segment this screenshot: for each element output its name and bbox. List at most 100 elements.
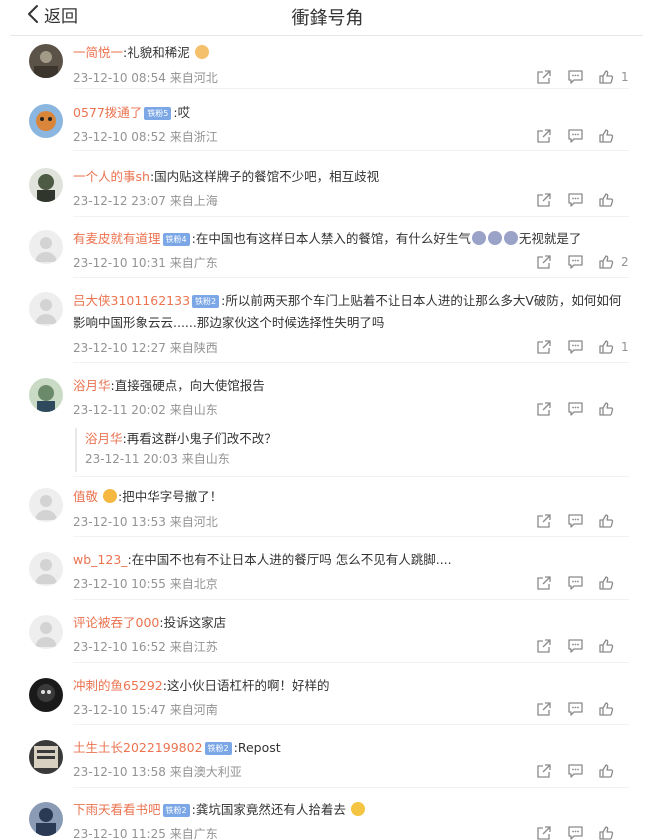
avatar[interactable] bbox=[29, 552, 63, 586]
comment-text: :国内贴这样牌子的餐馆不少吧，相互歧视 bbox=[149, 169, 380, 184]
like-icon[interactable] bbox=[597, 128, 615, 144]
comment-icon[interactable] bbox=[566, 825, 584, 840]
comment-icon[interactable] bbox=[566, 128, 584, 144]
comment-actions bbox=[522, 638, 629, 654]
divider bbox=[73, 662, 629, 663]
like-icon[interactable] bbox=[597, 825, 615, 840]
share-icon[interactable] bbox=[535, 401, 553, 417]
comment-icon[interactable] bbox=[566, 254, 584, 270]
comment-text: :龚坑国家竟然还有人拾着去 bbox=[191, 802, 346, 817]
fan-badge: 铁粉2 bbox=[192, 295, 220, 308]
username-link[interactable]: 有麦皮就有道理 bbox=[73, 231, 161, 246]
comment-actions bbox=[522, 192, 629, 208]
share-icon[interactable] bbox=[535, 701, 553, 717]
avatar[interactable] bbox=[29, 615, 63, 649]
avatar[interactable] bbox=[29, 488, 63, 522]
username-link[interactable]: 值敬 bbox=[73, 489, 98, 504]
avatar[interactable] bbox=[29, 168, 63, 202]
share-icon[interactable] bbox=[535, 69, 553, 85]
username-link[interactable]: 下雨天看看书吧 bbox=[73, 802, 161, 817]
username-link[interactable]: 吕大侠3101162133 bbox=[73, 293, 190, 308]
comment-location: 来自河北 bbox=[169, 515, 218, 529]
comment-icon[interactable] bbox=[566, 575, 584, 591]
like-count: 1 bbox=[621, 70, 629, 84]
comment-text: :把中华字号撤了！ bbox=[118, 489, 223, 504]
comment-time: 23-12-10 08:54 bbox=[73, 71, 166, 85]
sticker-icon bbox=[487, 231, 502, 245]
comment-icon[interactable] bbox=[566, 513, 584, 529]
comment-time: 23-12-10 08:52 bbox=[73, 130, 166, 144]
share-icon[interactable] bbox=[535, 763, 553, 779]
username-link[interactable]: 一简悦一 bbox=[73, 45, 123, 60]
avatar[interactable] bbox=[29, 378, 63, 412]
divider bbox=[73, 216, 629, 217]
comment-icon[interactable] bbox=[566, 339, 584, 355]
comment-icon[interactable] bbox=[566, 69, 584, 85]
avatar[interactable] bbox=[29, 292, 63, 326]
comment-location: 来自澳大利亚 bbox=[169, 765, 242, 779]
comment-icon[interactable] bbox=[566, 701, 584, 717]
like-icon[interactable] bbox=[597, 638, 615, 654]
divider bbox=[73, 150, 629, 151]
share-icon[interactable] bbox=[535, 575, 553, 591]
like-icon[interactable] bbox=[597, 339, 615, 355]
username-link[interactable]: 0577拨通了 bbox=[73, 105, 142, 120]
comment-location: 来自河北 bbox=[169, 71, 218, 85]
like-icon[interactable] bbox=[597, 513, 615, 529]
share-icon[interactable] bbox=[535, 638, 553, 654]
avatar[interactable] bbox=[29, 44, 63, 78]
avatar[interactable] bbox=[29, 104, 63, 138]
comment-icon[interactable] bbox=[566, 401, 584, 417]
fan-badge: 铁粉2 bbox=[204, 742, 232, 755]
share-icon[interactable] bbox=[535, 825, 553, 840]
like-icon[interactable] bbox=[597, 575, 615, 591]
page-title: 衝鋒号角 bbox=[291, 8, 364, 29]
username-link[interactable]: 冲刺的鱼65292 bbox=[73, 678, 163, 693]
comment-icon[interactable] bbox=[566, 192, 584, 208]
username-link[interactable]: 评论被吞了000 bbox=[73, 615, 159, 630]
share-icon[interactable] bbox=[535, 192, 553, 208]
divider bbox=[73, 724, 629, 725]
divider bbox=[73, 536, 629, 537]
comment-actions bbox=[522, 128, 629, 144]
comment-time: 23-12-10 13:58 bbox=[73, 765, 166, 779]
avatar[interactable] bbox=[29, 230, 63, 264]
comment-text: :直接强硬点，向大使馆报告 bbox=[110, 378, 265, 393]
comment-text: :在中国也有这样日本人禁入的餐馆，有什么好生气 bbox=[191, 231, 471, 246]
divider bbox=[73, 476, 629, 477]
like-icon[interactable] bbox=[597, 254, 615, 270]
reply-username-link[interactable]: 浴月华 bbox=[85, 431, 123, 446]
like-icon[interactable] bbox=[597, 763, 615, 779]
divider bbox=[73, 362, 629, 363]
share-icon[interactable] bbox=[535, 339, 553, 355]
comment-location: 来自上海 bbox=[169, 194, 218, 208]
username-link[interactable]: 土生土长2022199802 bbox=[73, 740, 203, 755]
comment-icon[interactable] bbox=[566, 638, 584, 654]
like-icon[interactable] bbox=[597, 192, 615, 208]
avatar[interactable] bbox=[29, 740, 63, 774]
comment-location: 来自陕西 bbox=[169, 341, 218, 355]
fan-badge: 铁粉2 bbox=[162, 804, 190, 817]
fan-badge: 铁粉5 bbox=[144, 107, 172, 120]
comment-actions: 1 bbox=[522, 339, 629, 355]
comment-icon[interactable] bbox=[566, 763, 584, 779]
laugh-emoji-icon bbox=[350, 802, 365, 816]
share-icon[interactable] bbox=[535, 128, 553, 144]
share-icon[interactable] bbox=[535, 513, 553, 529]
comment-time: 23-12-10 16:52 bbox=[73, 640, 166, 654]
divider bbox=[73, 277, 629, 278]
like-icon[interactable] bbox=[597, 69, 615, 85]
reply-time: 23-12-11 20:03 bbox=[85, 452, 178, 466]
reply-thread: 浴月华:再看这群小鬼子们改不改？ 23-12-11 20:03 来自山东 bbox=[75, 428, 615, 472]
like-icon[interactable] bbox=[597, 701, 615, 717]
comment-text: :这小伙日语杠杆的啊！好样的 bbox=[162, 678, 330, 693]
username-link[interactable]: wb_123_ bbox=[73, 552, 128, 567]
avatar[interactable] bbox=[29, 678, 63, 712]
share-icon[interactable] bbox=[535, 254, 553, 270]
username-link[interactable]: 浴月华 bbox=[73, 378, 111, 393]
comment-text: :在中国不也有不让日本人进的餐厅吗 怎么不见有人跳脚.... bbox=[127, 552, 452, 567]
avatar[interactable] bbox=[29, 802, 63, 836]
like-icon[interactable] bbox=[597, 401, 615, 417]
comment-text: :投诉这家店 bbox=[159, 615, 227, 630]
username-link[interactable]: 一个人的事sh bbox=[73, 169, 150, 184]
